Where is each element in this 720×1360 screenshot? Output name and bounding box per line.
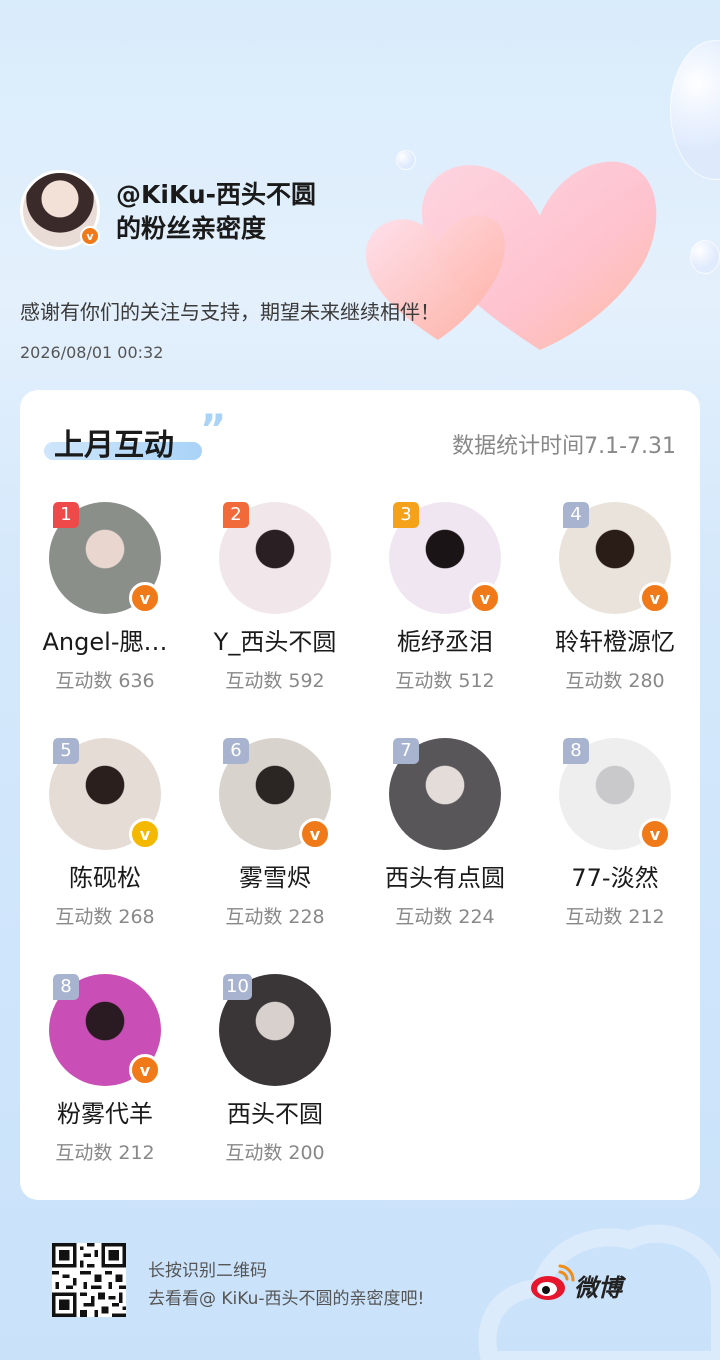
bubble-decoration (670, 40, 720, 180)
fan-item[interactable]: 6 v 雾雪烬 互动数 228 (190, 736, 360, 972)
fan-item[interactable]: 8 v 77-淡然 互动数 212 (530, 736, 700, 972)
bubble-decoration (690, 240, 720, 274)
fan-avatar-wrap: 8 v (559, 738, 671, 850)
verified-badge-icon: v (469, 582, 501, 614)
timestamp: 2026/08/01 00:32 (20, 343, 164, 362)
interaction-count: 互动数 592 (225, 670, 325, 692)
rank-badge: 7 (393, 738, 419, 764)
fan-item[interactable]: 3 v 栀纾丞泪 互动数 512 (360, 500, 530, 736)
rank-badge: 2 (223, 502, 249, 528)
interaction-count: 互动数 212 (55, 1142, 155, 1164)
weibo-logo-icon (531, 1264, 575, 1300)
fan-name[interactable]: 西头不圆 (196, 1094, 354, 1129)
fan-avatar-wrap: 2 (219, 502, 331, 614)
verified-badge-icon: v (129, 1054, 161, 1086)
fan-item[interactable]: 2 Y_西头不圆 互动数 592 (190, 500, 360, 736)
interaction-count: 互动数 280 (565, 670, 665, 692)
verified-badge-icon: v (129, 582, 161, 614)
card-title-block: 上月互动 (44, 420, 214, 464)
rank-badge: 10 (223, 974, 252, 1000)
fan-avatar-wrap: 4 v (559, 502, 671, 614)
fan-name[interactable]: 雾雪烬 (196, 858, 354, 893)
fan-name[interactable]: 栀纾丞泪 (366, 622, 524, 657)
fan-intimacy-page: v @KiKu-西头不圆 的粉丝亲密度 感谢有你们的关注与支持，期望未来继续相伴… (0, 0, 720, 1360)
fan-name[interactable]: 陈砚松 (26, 858, 184, 893)
fan-avatar-wrap: 8 v (49, 974, 161, 1086)
owner-subtitle: 的粉丝亲密度 (116, 214, 267, 243)
fan-avatar-wrap: 1 v (49, 502, 161, 614)
fan-avatar-wrap: 6 v (219, 738, 331, 850)
interaction-count: 互动数 224 (395, 906, 495, 928)
fan-name[interactable]: 西头有点圆 (366, 858, 524, 893)
interaction-count: 互动数 512 (395, 670, 495, 692)
interaction-card: 上月互动 ” 数据统计时间7.1-7.31 1 v Angel-腮… 互动数 6… (20, 390, 700, 1200)
weibo-brand-text: 微博 (574, 1274, 622, 1302)
interaction-count: 互动数 636 (55, 670, 155, 692)
quote-mark-icon: ” (200, 407, 227, 453)
fan-avatar-wrap: 3 v (389, 502, 501, 614)
rank-badge: 3 (393, 502, 419, 528)
verified-badge-icon: v (80, 226, 100, 246)
fan-name[interactable]: 77-淡然 (536, 858, 694, 893)
qr-hint-line1: 长按识别二维码 (148, 1261, 267, 1281)
rank-badge: 4 (563, 502, 589, 528)
owner-name[interactable]: @KiKu-西头不圆 (116, 178, 316, 212)
fan-avatar-wrap: 5 v (49, 738, 161, 850)
fan-avatar-wrap: 10 (219, 974, 331, 1086)
interaction-count: 互动数 200 (225, 1142, 325, 1164)
verified-badge-icon: v (129, 818, 161, 850)
verified-badge-icon: v (299, 818, 331, 850)
interaction-count: 互动数 268 (55, 906, 155, 928)
fan-avatar-wrap: 7 (389, 738, 501, 850)
fan-item[interactable]: 7 西头有点圆 互动数 224 (360, 736, 530, 972)
verified-badge-icon: v (639, 582, 671, 614)
footer: 长按识别二维码 去看看@ KiKu-西头不圆的亲密度吧! 微博 (0, 1200, 720, 1360)
fan-name[interactable]: 聆轩橙源忆 (536, 622, 694, 657)
fan-item[interactable]: 5 v 陈砚松 互动数 268 (20, 736, 190, 972)
fan-name[interactable]: Angel-腮… (26, 622, 184, 657)
rank-badge: 8 (53, 974, 79, 1000)
interaction-count: 互动数 228 (225, 906, 325, 928)
owner-header: v @KiKu-西头不圆 的粉丝亲密度 (20, 170, 420, 250)
verified-badge-icon: v (639, 818, 671, 850)
fan-item[interactable]: 1 v Angel-腮… 互动数 636 (20, 500, 190, 736)
fan-name[interactable]: 粉雾代羊 (26, 1094, 184, 1129)
qr-code-icon[interactable] (52, 1243, 126, 1317)
rank-badge: 1 (53, 502, 79, 528)
fan-item[interactable]: 4 v 聆轩橙源忆 互动数 280 (530, 500, 700, 736)
fan-name[interactable]: Y_西头不圆 (196, 622, 354, 657)
thanks-message: 感谢有你们的关注与支持，期望未来继续相伴！ (20, 300, 440, 324)
stat-time-range: 数据统计时间7.1-7.31 (452, 434, 676, 459)
card-title: 上月互动 (54, 428, 174, 463)
interaction-count: 互动数 212 (565, 906, 665, 928)
rank-badge: 8 (563, 738, 589, 764)
fan-item[interactable]: 8 v 粉雾代羊 互动数 212 (20, 972, 190, 1208)
rank-badge: 5 (53, 738, 79, 764)
fan-item[interactable]: 10 西头不圆 互动数 200 (190, 972, 360, 1208)
rank-badge: 6 (223, 738, 249, 764)
qr-hint-line2: 去看看@ KiKu-西头不圆的亲密度吧! (148, 1289, 425, 1309)
bubble-decoration (396, 150, 416, 170)
